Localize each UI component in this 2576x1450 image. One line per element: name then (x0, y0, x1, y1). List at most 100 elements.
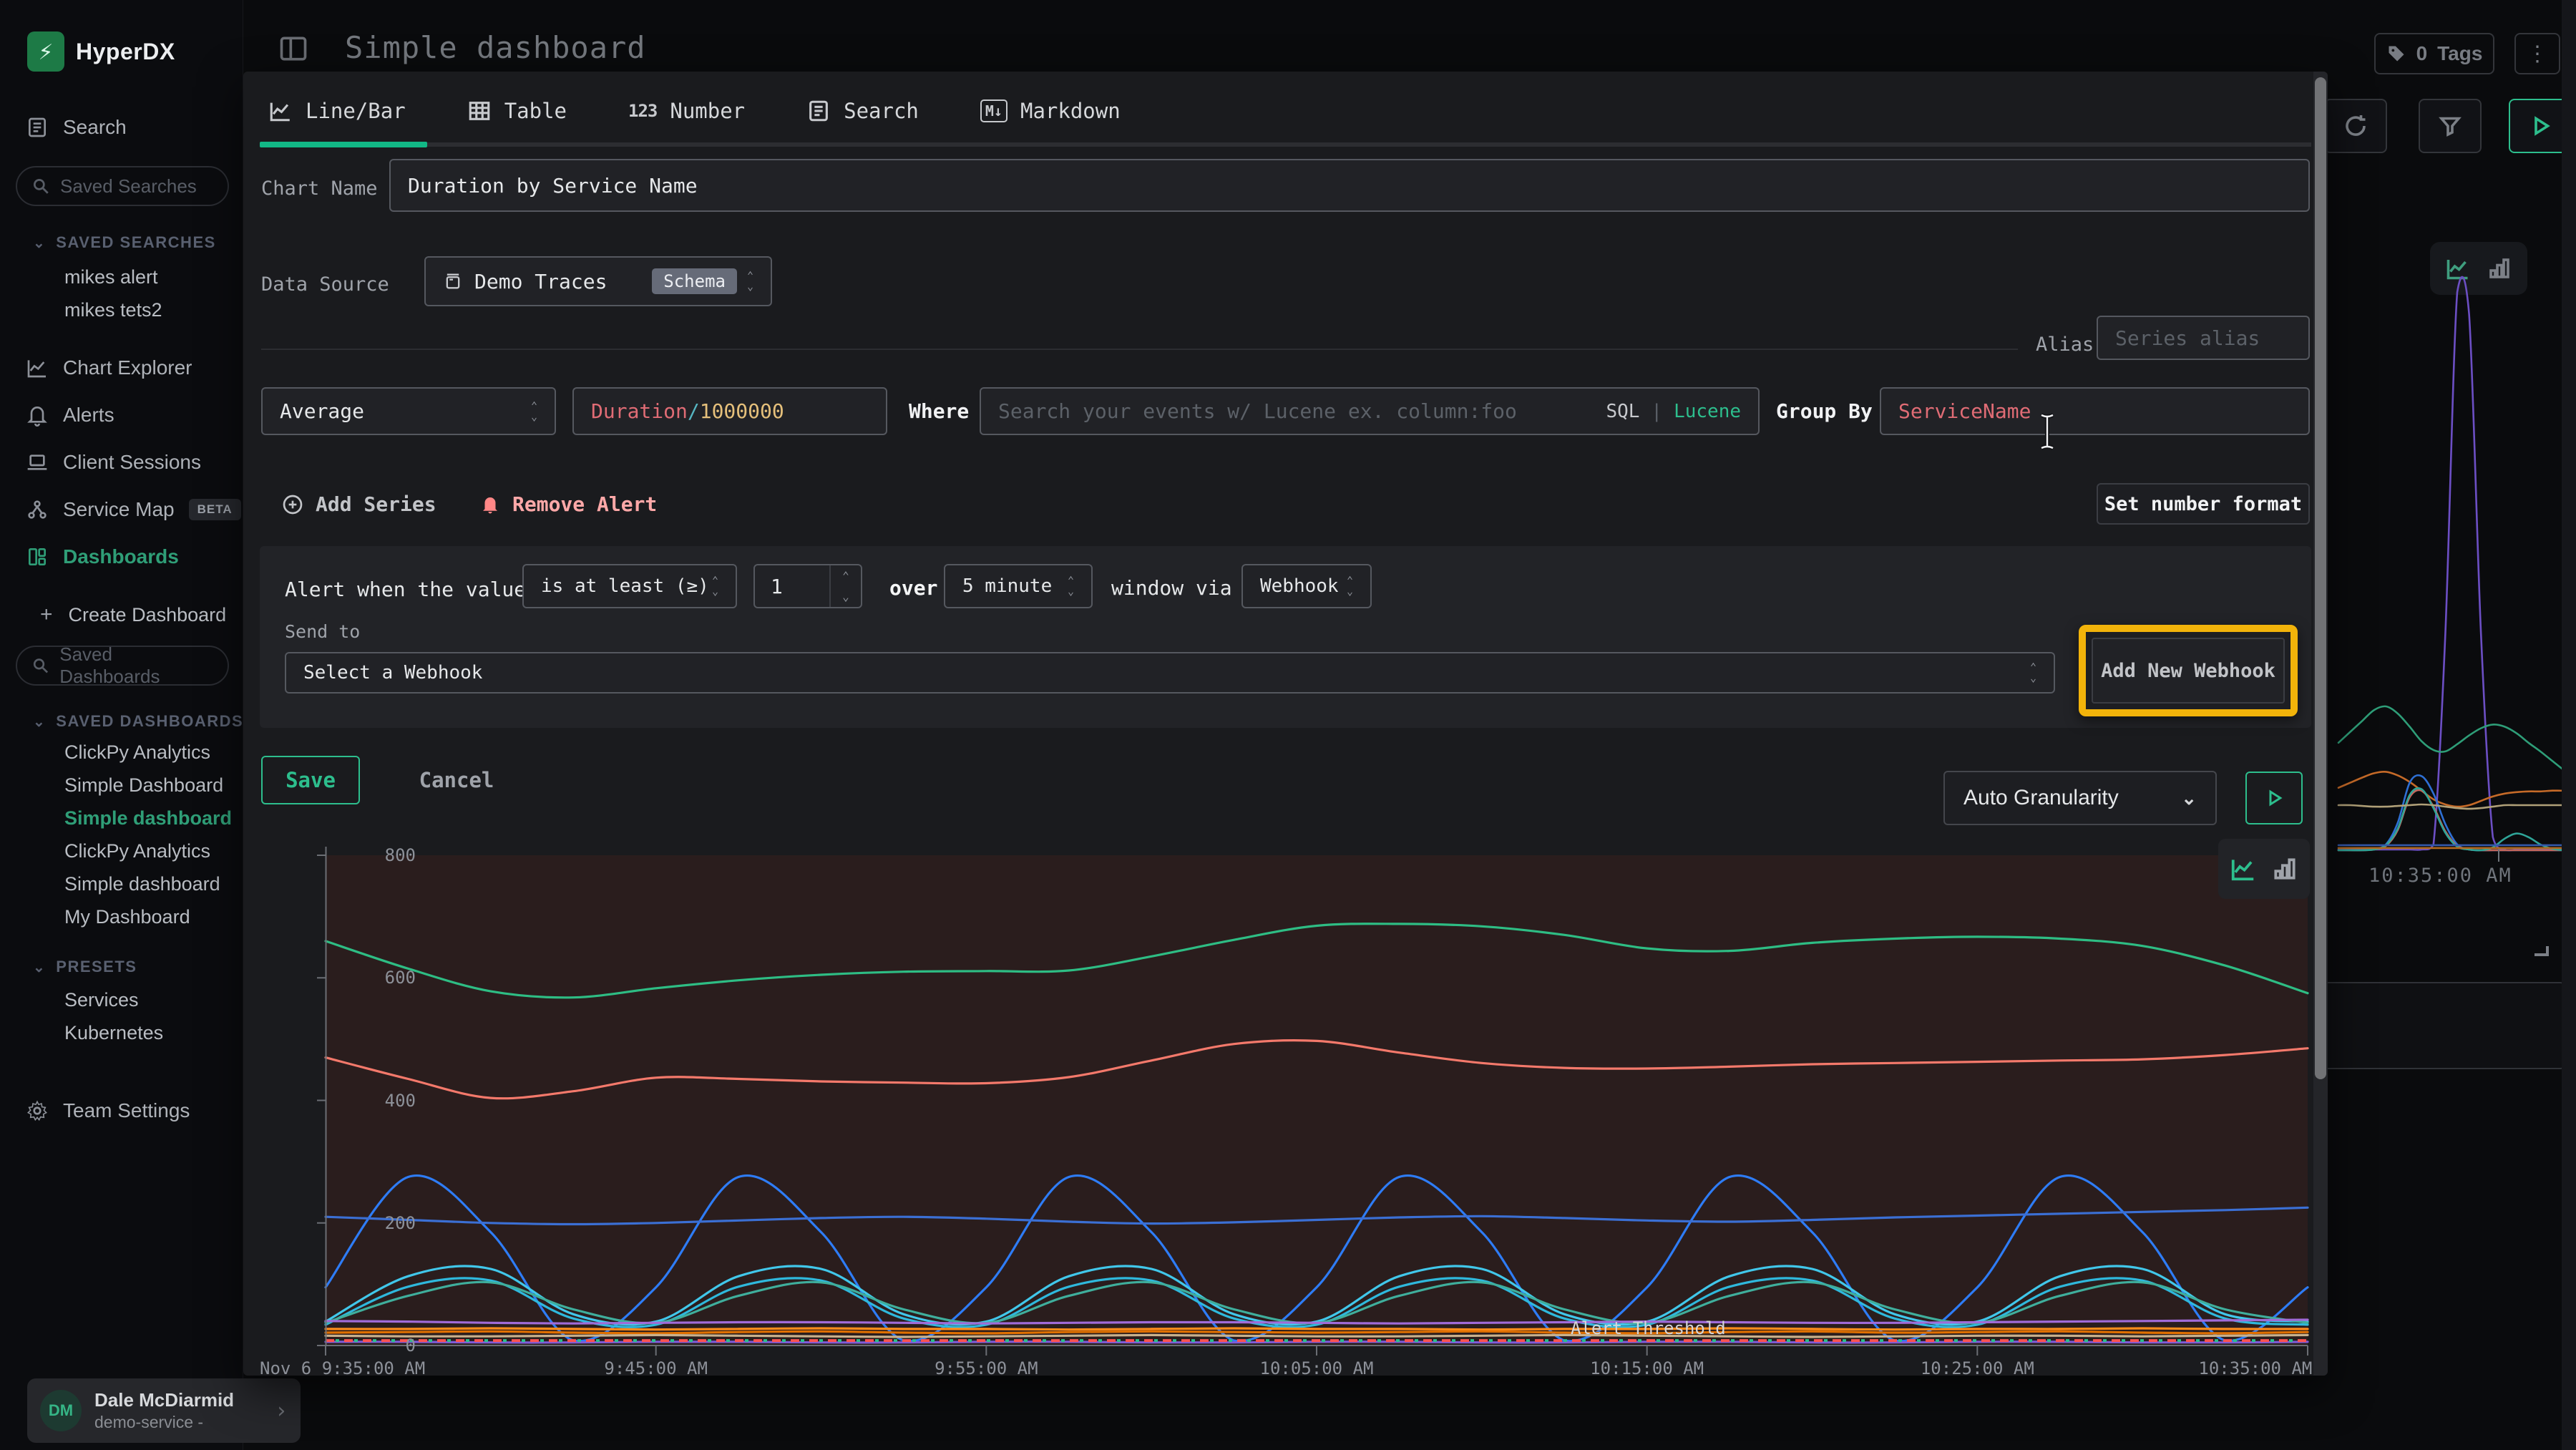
add-series-button[interactable]: Add Series (281, 492, 436, 516)
tab-number[interactable]: 123 Number (620, 92, 753, 130)
select-chevrons-icon: ⌃⌄ (712, 576, 718, 596)
saved-dashboard-item[interactable]: My Dashboard (64, 906, 190, 928)
remove-alert-button[interactable]: Remove Alert (479, 492, 657, 516)
saved-dashboard-item[interactable]: Simple dashboard (64, 807, 232, 829)
x-tick-label: 9:55:00 AM (935, 1358, 1038, 1378)
set-number-format-button[interactable]: Set number format (2097, 483, 2310, 525)
group-by-input[interactable]: ServiceName (1880, 387, 2310, 435)
alert-channel-select[interactable]: Webhook ⌃⌄ (1241, 564, 1372, 608)
refresh-button[interactable] (2324, 99, 2387, 153)
user-name: Dale McDiarmid (94, 1389, 234, 1411)
window-via-label: window via (1111, 576, 1232, 600)
chevron-down-icon: ⌄ (33, 713, 46, 731)
sidebar-item-alerts[interactable]: Alerts (0, 395, 243, 435)
x-tick-label: 10:15:00 AM (1590, 1358, 1704, 1378)
saved-searches-header[interactable]: ⌄ SAVED SEARCHES (33, 233, 216, 252)
schema-badge: Schema (652, 268, 737, 294)
add-new-webhook-button[interactable]: Add New Webhook (2092, 638, 2285, 704)
x-tick-label: 10:25:00 AM (1921, 1358, 2034, 1378)
bg-chart-x-tick: 10:35:00 AM (2368, 865, 2512, 887)
save-button[interactable]: Save (261, 756, 360, 804)
chevron-down-icon: ⌄ (33, 234, 46, 252)
saved-dashboards-input[interactable]: Saved Dashboards (16, 646, 229, 686)
user-menu[interactable]: DM Dale McDiarmid demo-service - › (27, 1378, 301, 1443)
hyperdx-app: ⚡ HyperDX Search Saved Searches ⌄ SAVED … (0, 0, 2576, 1450)
tab-markdown[interactable]: M↓ Markdown (972, 92, 1129, 130)
chart-name-input[interactable] (389, 159, 2310, 212)
run-query-button[interactable] (2245, 772, 2303, 824)
sidebar-collapse-button[interactable] (278, 33, 309, 64)
magnifier-icon (31, 177, 50, 195)
saved-dashboard-item[interactable]: ClickPy Analytics (64, 840, 210, 862)
step-down-icon: ⌄ (831, 586, 861, 607)
window-edge (2562, 0, 2576, 1450)
plus-icon: + (40, 603, 53, 627)
saved-dashboard-item[interactable]: ClickPy Analytics (64, 741, 210, 764)
chart-name-label: Chart Name (261, 177, 378, 200)
hyperdx-logo-icon: ⚡ (27, 31, 64, 72)
saved-searches-input[interactable]: Saved Searches (16, 166, 229, 206)
tab-table[interactable]: Table (459, 92, 575, 130)
query-language-toggle[interactable]: SQL | Lucene (1606, 401, 1741, 422)
y-tick-label: 600 (351, 968, 416, 988)
lucene-toggle[interactable]: Lucene (1674, 401, 1741, 422)
preset-item[interactable]: Kubernetes (64, 1022, 163, 1044)
chart-type-toggle[interactable] (2218, 839, 2310, 899)
sql-toggle[interactable]: SQL (1606, 401, 1639, 422)
data-source-select[interactable]: Demo Traces Schema ⌃⌄ (424, 256, 772, 306)
where-search-input[interactable]: SQL | Lucene (980, 387, 1760, 435)
sidebar-item-label: Search (63, 116, 127, 139)
saved-search-item[interactable]: mikes tets2 (64, 299, 162, 321)
kebab-menu-button[interactable]: ⋮ (2514, 33, 2560, 74)
aggregation-select[interactable]: Average ⌃⌄ (261, 387, 556, 435)
sidebar-item-search[interactable]: Search (0, 107, 243, 147)
laptop-icon (26, 451, 49, 474)
tab-search[interactable]: Search (798, 92, 927, 130)
saved-dashboard-item[interactable]: Simple Dashboard (64, 774, 223, 797)
tags-button[interactable]: 0 Tags (2374, 33, 2494, 74)
tab-line-bar[interactable]: Line/Bar (260, 92, 414, 130)
alert-config-panel: Alert when the value is at least (≥) ⌃⌄ … (260, 546, 2311, 728)
dashboard-grid-icon (26, 545, 49, 568)
series-alias-input[interactable] (2097, 316, 2310, 360)
filter-button[interactable] (2419, 99, 2482, 153)
sidebar-item-service-map[interactable]: Service Map BETA (0, 490, 243, 530)
presets-header[interactable]: ⌄ PRESETS (33, 958, 137, 976)
granularity-select[interactable]: Auto Granularity ⌄ (1943, 771, 2217, 825)
sidebar-item-dashboards[interactable]: Dashboards (0, 537, 243, 577)
123-icon: 123 (628, 101, 657, 121)
select-chevrons-icon: ⌃⌄ (2030, 663, 2036, 683)
saved-search-item[interactable]: mikes alert (64, 266, 158, 288)
tab-underline-track (260, 142, 2311, 147)
alert-threshold-input[interactable]: 1 ⌃⌄ (753, 564, 862, 608)
app-name: HyperDX (76, 39, 175, 65)
select-chevrons-icon: ⌃⌄ (747, 271, 753, 291)
preset-item[interactable]: Services (64, 989, 139, 1011)
page-title: Simple dashboard (345, 30, 646, 65)
saved-dashboard-item[interactable]: Simple dashboard (64, 873, 220, 895)
sidebar-item-team-settings[interactable]: Team Settings (0, 1091, 243, 1131)
alert-window-select[interactable]: 5 minute ⌃⌄ (944, 564, 1093, 608)
sidebar-item-client-sessions[interactable]: Client Sessions (0, 442, 243, 482)
modal-scrollbar-thumb[interactable] (2315, 77, 2326, 1079)
where-label: Where (909, 399, 969, 423)
number-stepper-arrows[interactable]: ⌃⌄ (829, 565, 861, 607)
webhook-select[interactable]: Select a Webhook ⌃⌄ (285, 652, 2055, 694)
x-tick-label: 9:45:00 AM (604, 1358, 708, 1378)
edit-chart-modal: Line/Bar Table 123 Number Search M↓ Mark… (243, 72, 2328, 1376)
alert-condition-select[interactable]: is at least (≥) ⌃⌄ (522, 564, 737, 608)
formula-input[interactable]: Duration/1000000 (572, 387, 887, 435)
y-tick-label: 200 (351, 1213, 416, 1233)
add-webhook-highlight-ring: Add New Webhook (2079, 625, 2298, 716)
line-chart-icon (268, 99, 293, 123)
cancel-button[interactable]: Cancel (406, 764, 507, 796)
chevron-right-icon: › (275, 1398, 288, 1424)
saved-dashboards-placeholder: Saved Dashboards (59, 643, 213, 688)
play-icon (2263, 787, 2285, 809)
sidebar-item-chart-explorer[interactable]: Chart Explorer (0, 348, 243, 388)
saved-dashboards-header[interactable]: ⌄ SAVED DASHBOARDS (33, 712, 243, 731)
create-dashboard-button[interactable]: + Create Dashboard (40, 603, 226, 627)
network-icon (26, 498, 49, 521)
panel-resize-handle[interactable] (2534, 946, 2549, 956)
app-logo[interactable]: ⚡ HyperDX (27, 31, 175, 72)
